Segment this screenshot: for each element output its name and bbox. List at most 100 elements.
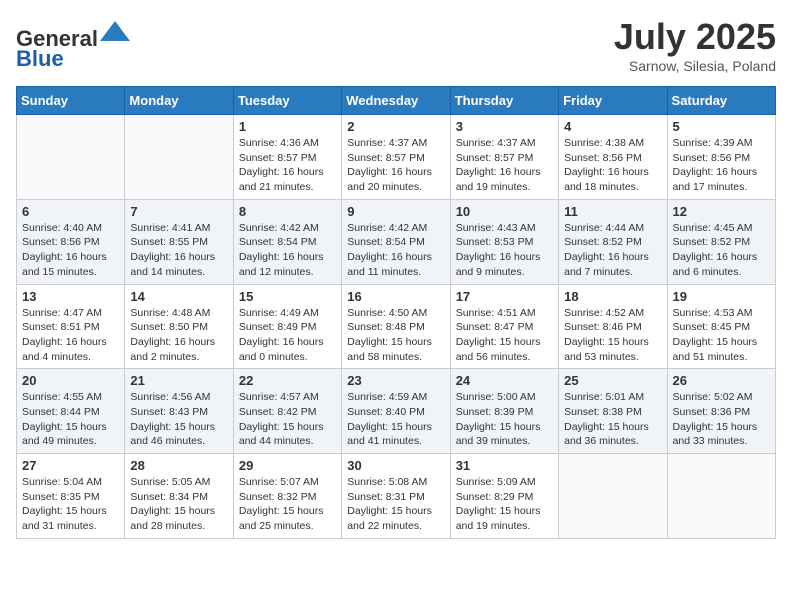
day-info: Sunrise: 4:57 AM Sunset: 8:42 PM Dayligh… bbox=[239, 390, 336, 449]
day-number: 30 bbox=[347, 458, 444, 473]
calendar-cell: 10 Sunrise: 4:43 AM Sunset: 8:53 PM Dayli… bbox=[450, 199, 558, 284]
day-info: Sunrise: 4:51 AM Sunset: 8:47 PM Dayligh… bbox=[456, 306, 553, 365]
calendar-cell: 21 Sunrise: 4:56 AM Sunset: 8:43 PM Dayli… bbox=[125, 369, 233, 454]
day-info: Sunrise: 4:39 AM Sunset: 8:56 PM Dayligh… bbox=[673, 136, 770, 195]
day-info: Sunrise: 4:36 AM Sunset: 8:57 PM Dayligh… bbox=[239, 136, 336, 195]
calendar-table: SundayMondayTuesdayWednesdayThursdayFrid… bbox=[16, 86, 776, 539]
day-info: Sunrise: 4:52 AM Sunset: 8:46 PM Dayligh… bbox=[564, 306, 661, 365]
calendar-cell: 19 Sunrise: 4:53 AM Sunset: 8:45 PM Dayli… bbox=[667, 284, 775, 369]
logo-icon bbox=[100, 16, 130, 46]
day-number: 10 bbox=[456, 204, 553, 219]
day-info: Sunrise: 5:05 AM Sunset: 8:34 PM Dayligh… bbox=[130, 475, 227, 534]
day-number: 28 bbox=[130, 458, 227, 473]
day-info: Sunrise: 4:44 AM Sunset: 8:52 PM Dayligh… bbox=[564, 221, 661, 280]
calendar-cell bbox=[17, 115, 125, 200]
day-info: Sunrise: 4:40 AM Sunset: 8:56 PM Dayligh… bbox=[22, 221, 119, 280]
day-number: 21 bbox=[130, 373, 227, 388]
calendar-week-row: 13Sunrise: 4:47 AM Sunset: 8:51 PM Dayli… bbox=[17, 284, 776, 369]
calendar-week-row: 27 Sunrise: 5:04 AM Sunset: 8:35 PM Dayli… bbox=[17, 454, 776, 539]
day-number: 25 bbox=[564, 373, 661, 388]
day-info: Sunrise: 5:04 AM Sunset: 8:35 PM Dayligh… bbox=[22, 475, 119, 534]
day-number: 2 bbox=[347, 119, 444, 134]
calendar-cell: 14Sunrise: 4:48 AM Sunset: 8:50 PM Dayli… bbox=[125, 284, 233, 369]
day-number: 18 bbox=[564, 289, 661, 304]
calendar-cell: 12 Sunrise: 4:45 AM Sunset: 8:52 PM Dayli… bbox=[667, 199, 775, 284]
day-number: 19 bbox=[673, 289, 770, 304]
day-info: Sunrise: 5:08 AM Sunset: 8:31 PM Dayligh… bbox=[347, 475, 444, 534]
day-number: 29 bbox=[239, 458, 336, 473]
day-number: 23 bbox=[347, 373, 444, 388]
calendar-cell: 20 Sunrise: 4:55 AM Sunset: 8:44 PM Dayli… bbox=[17, 369, 125, 454]
day-info: Sunrise: 5:07 AM Sunset: 8:32 PM Dayligh… bbox=[239, 475, 336, 534]
calendar-cell: 2Sunrise: 4:37 AM Sunset: 8:57 PM Daylig… bbox=[342, 115, 450, 200]
title-block: July 2025 Sarnow, Silesia, Poland bbox=[614, 16, 776, 74]
day-info: Sunrise: 4:56 AM Sunset: 8:43 PM Dayligh… bbox=[130, 390, 227, 449]
day-number: 27 bbox=[22, 458, 119, 473]
day-info: Sunrise: 5:09 AM Sunset: 8:29 PM Dayligh… bbox=[456, 475, 553, 534]
calendar-cell: 13Sunrise: 4:47 AM Sunset: 8:51 PM Dayli… bbox=[17, 284, 125, 369]
day-info: Sunrise: 5:02 AM Sunset: 8:36 PM Dayligh… bbox=[673, 390, 770, 449]
day-number: 11 bbox=[564, 204, 661, 219]
day-number: 4 bbox=[564, 119, 661, 134]
calendar-cell: 6 Sunrise: 4:40 AM Sunset: 8:56 PM Daylig… bbox=[17, 199, 125, 284]
day-info: Sunrise: 5:01 AM Sunset: 8:38 PM Dayligh… bbox=[564, 390, 661, 449]
calendar-cell: 27 Sunrise: 5:04 AM Sunset: 8:35 PM Dayli… bbox=[17, 454, 125, 539]
day-info: Sunrise: 4:37 AM Sunset: 8:57 PM Dayligh… bbox=[456, 136, 553, 195]
calendar-cell: 8 Sunrise: 4:42 AM Sunset: 8:54 PM Daylig… bbox=[233, 199, 341, 284]
day-info: Sunrise: 4:45 AM Sunset: 8:52 PM Dayligh… bbox=[673, 221, 770, 280]
day-info: Sunrise: 4:49 AM Sunset: 8:49 PM Dayligh… bbox=[239, 306, 336, 365]
day-info: Sunrise: 4:43 AM Sunset: 8:53 PM Dayligh… bbox=[456, 221, 553, 280]
calendar-cell: 29 Sunrise: 5:07 AM Sunset: 8:32 PM Dayli… bbox=[233, 454, 341, 539]
day-number: 15 bbox=[239, 289, 336, 304]
day-number: 6 bbox=[22, 204, 119, 219]
page-header: General Blue July 2025 Sarnow, Silesia, … bbox=[16, 16, 776, 74]
month-title: July 2025 bbox=[614, 16, 776, 58]
day-number: 22 bbox=[239, 373, 336, 388]
day-info: Sunrise: 5:00 AM Sunset: 8:39 PM Dayligh… bbox=[456, 390, 553, 449]
day-number: 17 bbox=[456, 289, 553, 304]
weekday-header-friday: Friday bbox=[559, 87, 667, 115]
weekday-header-monday: Monday bbox=[125, 87, 233, 115]
day-number: 16 bbox=[347, 289, 444, 304]
calendar-cell bbox=[125, 115, 233, 200]
day-info: Sunrise: 4:38 AM Sunset: 8:56 PM Dayligh… bbox=[564, 136, 661, 195]
day-number: 20 bbox=[22, 373, 119, 388]
calendar-cell: 16 Sunrise: 4:50 AM Sunset: 8:48 PM Dayli… bbox=[342, 284, 450, 369]
day-info: Sunrise: 4:55 AM Sunset: 8:44 PM Dayligh… bbox=[22, 390, 119, 449]
day-number: 8 bbox=[239, 204, 336, 219]
day-info: Sunrise: 4:59 AM Sunset: 8:40 PM Dayligh… bbox=[347, 390, 444, 449]
day-info: Sunrise: 4:50 AM Sunset: 8:48 PM Dayligh… bbox=[347, 306, 444, 365]
calendar-cell: 7Sunrise: 4:41 AM Sunset: 8:55 PM Daylig… bbox=[125, 199, 233, 284]
weekday-header-sunday: Sunday bbox=[17, 87, 125, 115]
calendar-cell: 11 Sunrise: 4:44 AM Sunset: 8:52 PM Dayli… bbox=[559, 199, 667, 284]
logo: General Blue bbox=[16, 16, 130, 71]
calendar-week-row: 6 Sunrise: 4:40 AM Sunset: 8:56 PM Daylig… bbox=[17, 199, 776, 284]
day-info: Sunrise: 4:53 AM Sunset: 8:45 PM Dayligh… bbox=[673, 306, 770, 365]
day-number: 31 bbox=[456, 458, 553, 473]
calendar-cell: 23 Sunrise: 4:59 AM Sunset: 8:40 PM Dayli… bbox=[342, 369, 450, 454]
day-number: 7 bbox=[130, 204, 227, 219]
calendar-cell: 17 Sunrise: 4:51 AM Sunset: 8:47 PM Dayli… bbox=[450, 284, 558, 369]
logo-blue-text: Blue bbox=[16, 46, 64, 71]
calendar-cell: 18 Sunrise: 4:52 AM Sunset: 8:46 PM Dayli… bbox=[559, 284, 667, 369]
weekday-header-wednesday: Wednesday bbox=[342, 87, 450, 115]
day-info: Sunrise: 4:47 AM Sunset: 8:51 PM Dayligh… bbox=[22, 306, 119, 365]
calendar-cell: 24 Sunrise: 5:00 AM Sunset: 8:39 PM Dayli… bbox=[450, 369, 558, 454]
calendar-cell: 3 Sunrise: 4:37 AM Sunset: 8:57 PM Daylig… bbox=[450, 115, 558, 200]
calendar-cell: 31 Sunrise: 5:09 AM Sunset: 8:29 PM Dayli… bbox=[450, 454, 558, 539]
location: Sarnow, Silesia, Poland bbox=[614, 58, 776, 74]
calendar-cell: 22 Sunrise: 4:57 AM Sunset: 8:42 PM Dayli… bbox=[233, 369, 341, 454]
calendar-cell: 15 Sunrise: 4:49 AM Sunset: 8:49 PM Dayli… bbox=[233, 284, 341, 369]
day-number: 26 bbox=[673, 373, 770, 388]
calendar-week-row: 20 Sunrise: 4:55 AM Sunset: 8:44 PM Dayli… bbox=[17, 369, 776, 454]
day-number: 12 bbox=[673, 204, 770, 219]
calendar-cell: 28 Sunrise: 5:05 AM Sunset: 8:34 PM Dayli… bbox=[125, 454, 233, 539]
calendar-cell: 30 Sunrise: 5:08 AM Sunset: 8:31 PM Dayli… bbox=[342, 454, 450, 539]
weekday-header-saturday: Saturday bbox=[667, 87, 775, 115]
day-number: 24 bbox=[456, 373, 553, 388]
day-info: Sunrise: 4:42 AM Sunset: 8:54 PM Dayligh… bbox=[239, 221, 336, 280]
calendar-cell: 26 Sunrise: 5:02 AM Sunset: 8:36 PM Dayli… bbox=[667, 369, 775, 454]
weekday-header-row: SundayMondayTuesdayWednesdayThursdayFrid… bbox=[17, 87, 776, 115]
day-number: 3 bbox=[456, 119, 553, 134]
calendar-cell: 9Sunrise: 4:42 AM Sunset: 8:54 PM Daylig… bbox=[342, 199, 450, 284]
